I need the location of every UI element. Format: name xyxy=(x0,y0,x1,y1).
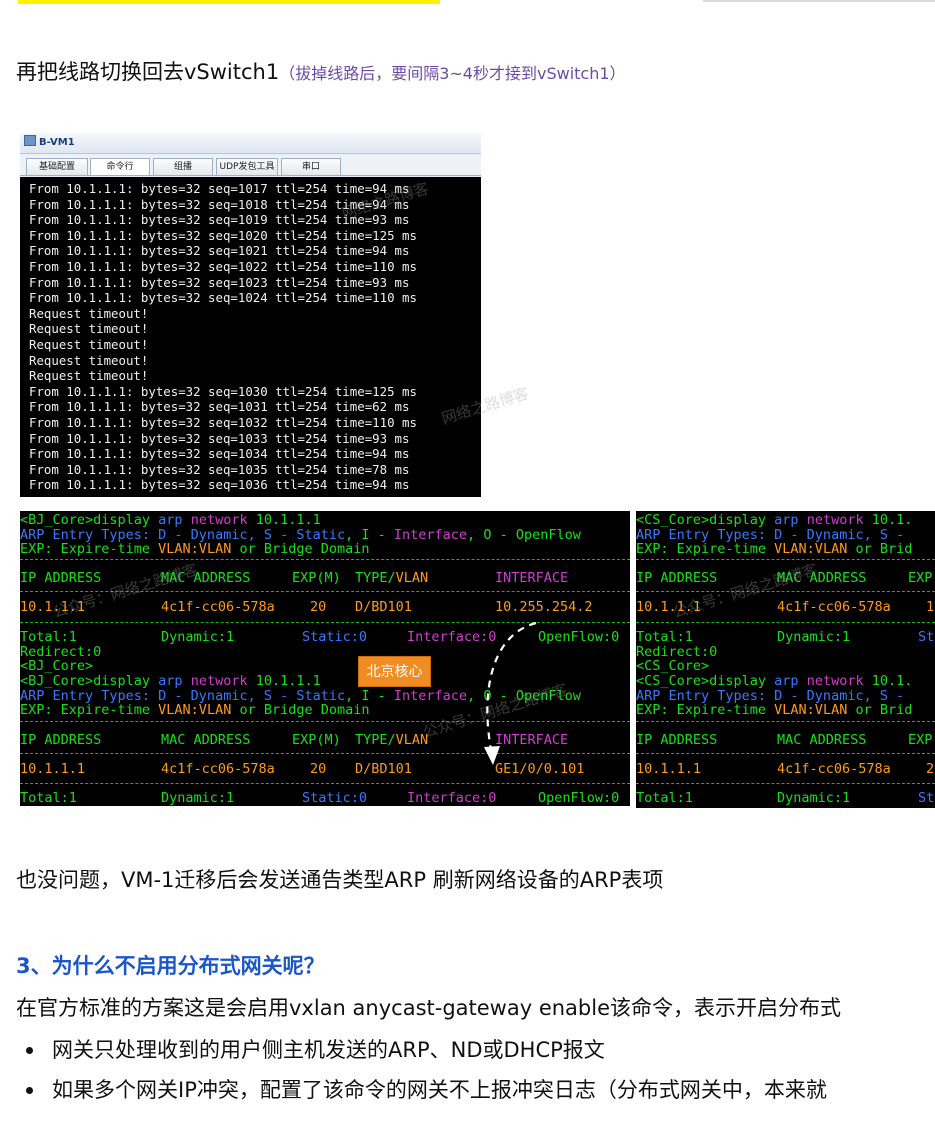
console-line: From 10.1.1.1: bytes=32 seq=1032 ttl=254… xyxy=(29,415,417,430)
separator xyxy=(636,622,935,623)
bj-exp-line-2: EXP: Expire-time VLAN:VLAN or Bridge Dom… xyxy=(20,702,370,718)
list-item: 如果多个网关IP冲突，配置了该命令的网关不上报冲突日志（分布式网关中，本来就 xyxy=(22,1075,827,1115)
vm-titlebar: B-VM1 xyxy=(20,133,481,154)
cs-core-terminal: <CS_Core>display arp network 10.1. ARP E… xyxy=(636,511,935,808)
bullet-icon xyxy=(26,1047,33,1054)
console-line: From 10.1.1.1: bytes=32 seq=1021 ttl=254… xyxy=(29,243,410,259)
bullet-list: 网关只处理收到的用户侧主机发送的ARP、ND或DHCP报文 如果多个网关IP冲突… xyxy=(22,1035,827,1115)
vm-tabbar: 基础配置 命令行 组播 UDP发包工具 串口 xyxy=(20,155,481,176)
vm-window: B-VM1 基础配置 命令行 组播 UDP发包工具 串口 From 10.1.1… xyxy=(20,133,481,497)
console-line: Request timeout! xyxy=(29,368,149,384)
separator xyxy=(636,721,935,722)
intro-paragraph: 再把线路切换回去vSwitch1（拔掉线路后，要间隔3~4秒才接到vSwitch… xyxy=(16,58,626,88)
console-line: From 10.1.1.1: bytes=32 seq=1018 ttl=254… xyxy=(29,196,410,212)
top-divider xyxy=(703,0,935,2)
after-paragraph: 也没问题，VM-1迁移后会发送通告类型ARP 刷新网络设备的ARP表项 xyxy=(16,868,664,892)
section-heading: 3、为什么不启用分布式网关呢？ xyxy=(16,954,325,978)
vm-tab-basic-config[interactable]: 基础配置 xyxy=(26,158,88,175)
console-line: Request timeout! xyxy=(29,321,149,337)
vm-console-output: From 10.1.1.1: bytes=32 seq=1017 ttl=254… xyxy=(20,177,481,497)
cs-command-line-2: <CS_Core>display arp network 10.1. xyxy=(636,673,913,689)
console-line: From 10.1.1.1: bytes=32 seq=1023 ttl=254… xyxy=(29,274,410,290)
separator xyxy=(20,591,630,592)
list-item: 网关只处理收到的用户侧主机发送的ARP、ND或DHCP报文 xyxy=(22,1035,827,1075)
bj-exp-line: EXP: Expire-time VLAN:VLAN or Bridge Dom… xyxy=(20,541,370,557)
bj-command-line-1: <BJ_Core>display arp network 10.1.1.1 xyxy=(20,512,321,528)
console-line: From 10.1.1.1: bytes=32 seq=1024 ttl=254… xyxy=(29,290,417,306)
vm-window-icon xyxy=(24,135,36,146)
console-line: From 10.1.1.1: bytes=32 seq=1020 ttl=254… xyxy=(29,227,417,243)
bj-command-line-2: <BJ_Core>display arp network 10.1.1.1 xyxy=(20,673,321,689)
vm-tab-command-line[interactable]: 命令行 xyxy=(90,158,150,175)
separator xyxy=(636,783,935,784)
separator xyxy=(636,591,935,592)
console-line: From 10.1.1.1: bytes=32 seq=1033 ttl=254… xyxy=(29,430,410,446)
change-arrow-icon xyxy=(484,621,537,765)
console-line: From 10.1.1.1: bytes=32 seq=1030 ttl=254… xyxy=(29,383,417,399)
vm-tab-serial[interactable]: 串口 xyxy=(281,158,341,175)
intro-text: 再把线路切换回去vSwitch1 xyxy=(16,60,280,84)
cs-exp-line: EXP: Expire-time VLAN:VLAN or Brid xyxy=(636,541,913,557)
intro-note: （拔掉线路后，要间隔3~4秒才接到vSwitch1） xyxy=(279,64,626,83)
beijing-core-badge: 北京核心 xyxy=(358,656,431,687)
console-line: From 10.1.1.1: bytes=32 seq=1017 ttl=254… xyxy=(29,181,410,196)
console-line: From 10.1.1.1: bytes=32 seq=1036 ttl=254… xyxy=(29,477,410,493)
bullet-icon xyxy=(26,1087,33,1094)
console-line: From 10.1.1.1: bytes=32 seq=1031 ttl=254… xyxy=(29,399,410,415)
console-line: From 10.1.1.1: bytes=32 seq=1034 ttl=254… xyxy=(29,446,410,462)
separator xyxy=(636,559,935,560)
console-line: Request timeout! xyxy=(29,352,149,368)
console-line: From 10.1.1.1: bytes=32 seq=1019 ttl=254… xyxy=(29,212,410,228)
console-line: Request timeout! xyxy=(29,337,149,352)
console-line: From 10.1.1.1: bytes=32 seq=1035 ttl=254… xyxy=(29,461,410,477)
separator xyxy=(636,753,935,754)
top-highlight-bar xyxy=(18,0,440,4)
console-line: From 10.1.1.1: bytes=32 seq=1022 ttl=254… xyxy=(29,259,417,274)
vm-tab-udp-tool[interactable]: UDP发包工具 xyxy=(216,158,278,175)
cs-exp-line-2: EXP: Expire-time VLAN:VLAN or Brid xyxy=(636,702,913,718)
section-paragraph: 在官方标准的方案这是会启用vxlan anycast-gateway enabl… xyxy=(16,996,841,1020)
console-line: Request timeout! xyxy=(29,305,149,321)
vm-tab-multicast[interactable]: 组播 xyxy=(153,158,213,175)
separator xyxy=(20,559,630,560)
separator xyxy=(20,783,630,784)
bj-prompt-line: <BJ_Core> xyxy=(20,658,94,674)
vm-title: B-VM1 xyxy=(39,137,75,148)
cs-command-line-1: <CS_Core>display arp network 10.1. xyxy=(636,512,913,528)
cs-prompt-line: <CS_Core> xyxy=(636,658,710,674)
